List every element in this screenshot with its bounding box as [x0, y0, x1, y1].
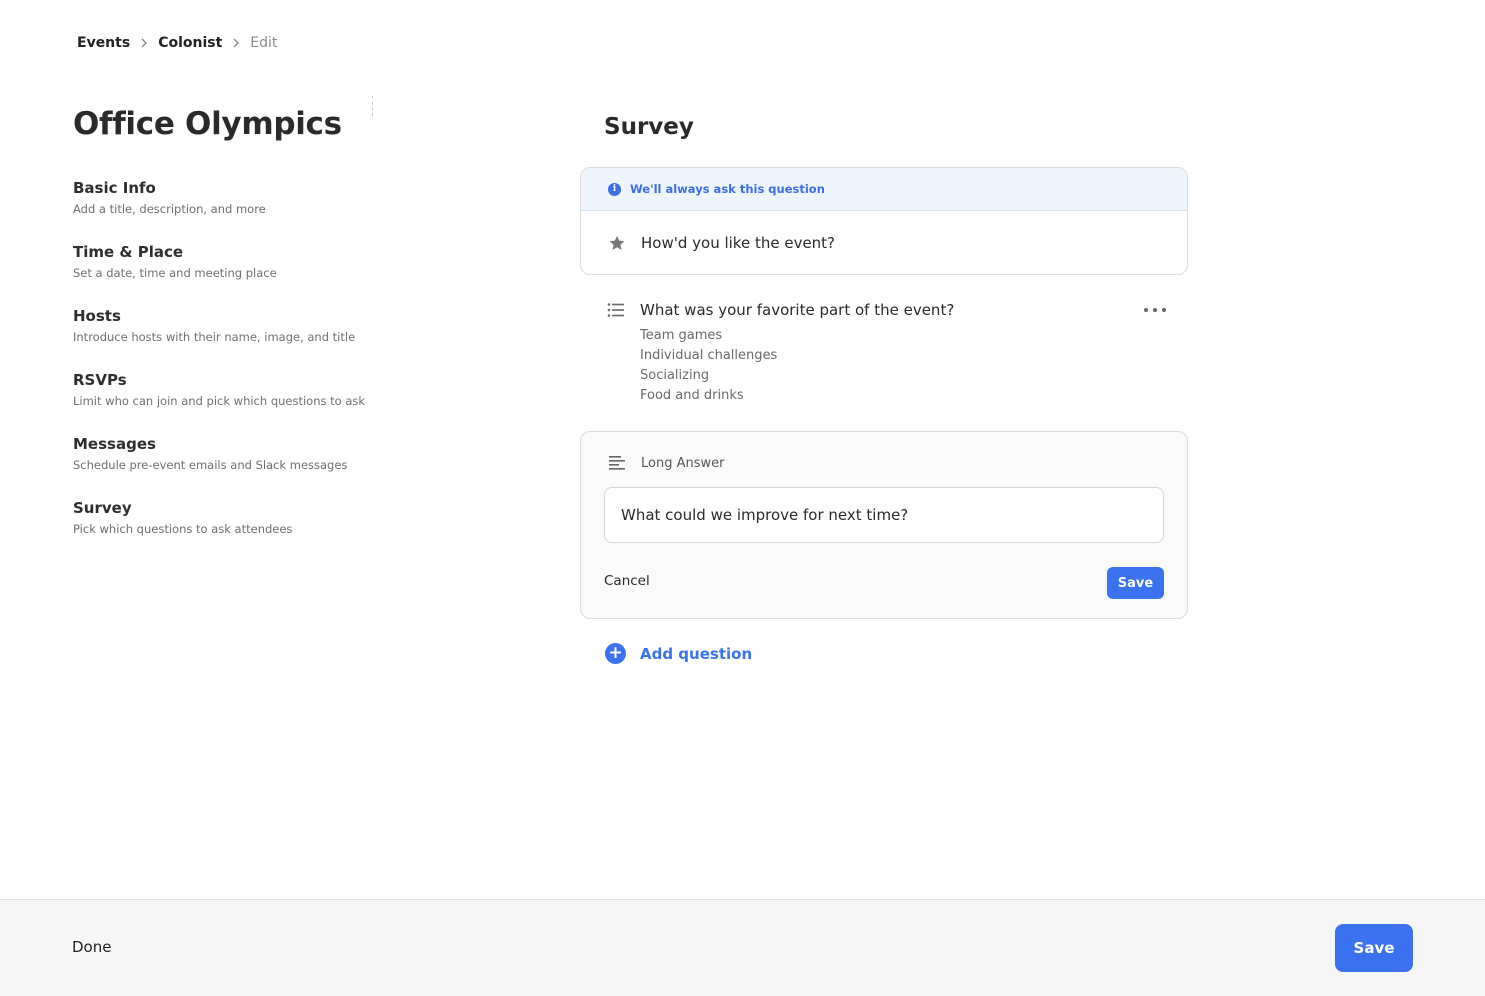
more-options-icon[interactable]	[1144, 302, 1166, 318]
save-button[interactable]: Save	[1335, 924, 1413, 972]
sidebar-item-label: Basic Info	[73, 179, 156, 197]
sidebar-item-label: Survey	[73, 499, 132, 517]
sidebar-item-rsvps[interactable]: RSVPs Limit who can join and pick which …	[73, 370, 373, 434]
question-text-input[interactable]	[604, 487, 1164, 543]
add-question-label: Add question	[640, 644, 753, 663]
long-answer-icon	[607, 453, 627, 473]
sidebar-item-label: Messages	[73, 435, 156, 453]
sidebar-item-description: Add a title, description, and more	[73, 202, 266, 216]
breadcrumb: Events Colonist Edit	[77, 33, 277, 53]
option-item: Food and drinks	[640, 388, 744, 403]
sidebar-item-description: Introduce hosts with their name, image, …	[73, 330, 356, 344]
star-icon	[607, 233, 627, 253]
question-type-label: Long Answer	[641, 455, 725, 471]
multiple-choice-question[interactable]: What was your favorite part of the event…	[580, 296, 1188, 412]
sidebar-item-label: RSVPs	[73, 371, 127, 389]
info-banner-text: We'll always ask this question	[630, 182, 825, 196]
question-text: How'd you like the event?	[641, 234, 836, 252]
option-item: Socializing	[640, 368, 710, 383]
chevron-right-icon	[222, 38, 250, 48]
page-title: Office Olympics	[73, 106, 342, 142]
section-title: Survey	[604, 114, 694, 140]
sidebar-item-description: Schedule pre-event emails and Slack mess…	[73, 458, 348, 472]
list-icon	[606, 300, 626, 320]
plus-circle-icon: +	[605, 643, 626, 664]
option-item: Team games	[640, 328, 723, 343]
done-button[interactable]: Done	[72, 938, 111, 956]
sidebar-item-description: Set a date, time and meeting place	[73, 266, 277, 280]
sidebar-item-description: Limit who can join and pick which questi…	[73, 394, 366, 408]
sidebar-item-description: Pick which questions to ask attendees	[73, 522, 293, 536]
question-header: What was your favorite part of the event…	[580, 296, 1188, 324]
question-text: What was your favorite part of the event…	[640, 301, 955, 319]
question-options: Team games Individual challenges Sociali…	[640, 326, 1188, 406]
sidebar-item-hosts[interactable]: Hosts Introduce hosts with their name, i…	[73, 306, 373, 370]
sidebar-item-label: Time & Place	[73, 243, 184, 261]
sidebar-item-time-place[interactable]: Time & Place Set a date, time and meetin…	[73, 242, 373, 306]
option-item: Individual challenges	[640, 348, 778, 363]
sidebar-item-messages[interactable]: Messages Schedule pre-event emails and S…	[73, 434, 373, 498]
question-type-header: Long Answer	[581, 448, 1187, 478]
breadcrumb-current: Edit	[250, 35, 278, 51]
save-question-button[interactable]: Save	[1107, 567, 1164, 599]
sidebar-nav: Basic Info Add a title, description, and…	[73, 178, 373, 562]
breadcrumb-events-link[interactable]: Events	[77, 35, 130, 51]
sidebar-item-basic-info[interactable]: Basic Info Add a title, description, and…	[73, 178, 373, 242]
divider	[372, 96, 373, 116]
breadcrumb-colonist-link[interactable]: Colonist	[158, 35, 222, 51]
chevron-right-icon	[130, 38, 158, 48]
info-icon: i	[608, 182, 621, 196]
footer-bar: Done Save	[0, 899, 1485, 996]
cancel-button[interactable]: Cancel	[604, 573, 650, 589]
sidebar-item-label: Hosts	[73, 307, 121, 325]
info-banner: i We'll always ask this question	[581, 168, 1187, 211]
sidebar-item-survey[interactable]: Survey Pick which questions to ask atten…	[73, 498, 373, 562]
fixed-question-card: i We'll always ask this question How'd y…	[580, 167, 1188, 275]
edit-question-card: Long Answer Cancel Save	[580, 431, 1188, 619]
add-question-button[interactable]: + Add question	[605, 643, 752, 664]
question-row: How'd you like the event?	[581, 211, 1187, 274]
